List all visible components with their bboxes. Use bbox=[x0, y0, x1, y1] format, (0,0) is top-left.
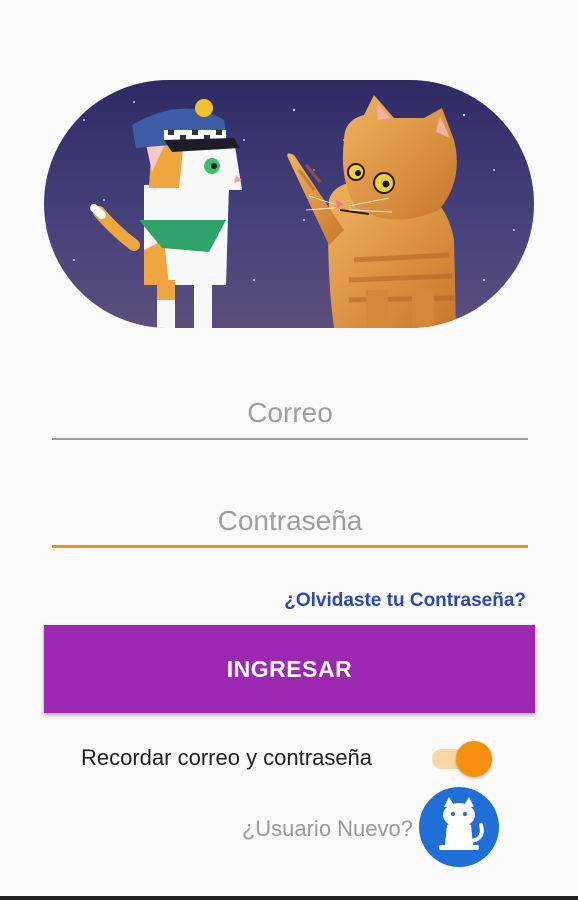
login-screen: ¿Olvidaste tu Contraseña? INGRESAR Recor… bbox=[0, 0, 578, 900]
forgot-password-link[interactable]: ¿Olvidaste tu Contraseña? bbox=[284, 590, 526, 612]
login-button[interactable]: INGRESAR bbox=[44, 625, 535, 713]
bottom-divider bbox=[0, 896, 578, 900]
cats-illustration-icon bbox=[44, 80, 534, 328]
password-field[interactable] bbox=[52, 496, 528, 548]
new-user-link[interactable]: ¿Usuario Nuevo? bbox=[242, 816, 413, 842]
remember-credentials-toggle[interactable] bbox=[430, 740, 494, 778]
hero-illustration bbox=[44, 80, 534, 328]
remember-credentials-label: Recordar correo y contraseña bbox=[81, 745, 373, 770]
register-button[interactable] bbox=[419, 787, 499, 867]
cat-icon bbox=[439, 797, 484, 850]
email-field[interactable] bbox=[52, 388, 528, 440]
toggle-thumb bbox=[456, 741, 492, 777]
